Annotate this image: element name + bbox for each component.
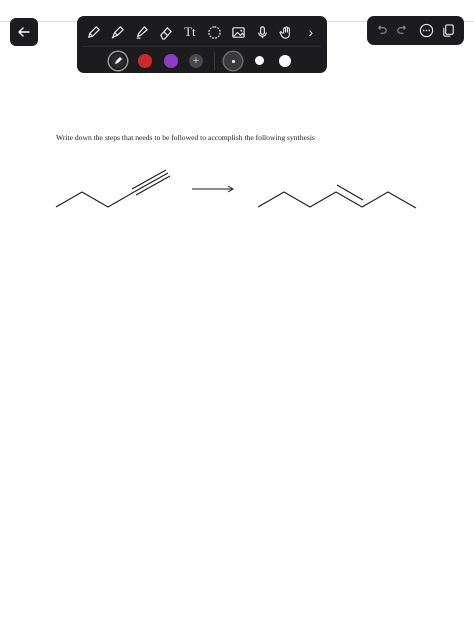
- size-small-button[interactable]: [224, 52, 242, 70]
- right-toolbar: [367, 16, 464, 45]
- reaction-arrow: [192, 185, 234, 193]
- microphone-tool[interactable]: [252, 22, 272, 42]
- back-button[interactable]: [10, 18, 38, 46]
- add-color-button[interactable]: +: [189, 54, 203, 68]
- color-swatch-black[interactable]: [111, 54, 125, 68]
- toolbar-divider: [83, 46, 321, 47]
- undo-icon: [378, 25, 387, 34]
- marker-icon: [111, 25, 124, 39]
- color-swatch-purple[interactable]: [164, 54, 178, 68]
- pages-button[interactable]: [440, 22, 457, 39]
- color-swatch-red[interactable]: [138, 54, 152, 68]
- size-medium-button[interactable]: [255, 56, 264, 65]
- marker-tool[interactable]: [107, 22, 127, 42]
- text-tool[interactable]: Tt: [180, 22, 200, 42]
- size-small-dot: [231, 59, 235, 63]
- pen-tool[interactable]: [83, 22, 103, 42]
- shapes-tool[interactable]: [204, 22, 224, 42]
- product-alkene-structure: [257, 184, 417, 209]
- redo-icon: [397, 25, 406, 34]
- question-text: Write down the steps that needs to be fo…: [56, 133, 315, 142]
- shapes-icon: [207, 25, 221, 39]
- tool-row: Tt ›: [81, 21, 323, 43]
- arrow-left-icon: [18, 27, 30, 37]
- starting-alkyne-structure: [55, 169, 171, 208]
- microphone-icon: [258, 25, 267, 38]
- more-options-button[interactable]: [418, 22, 435, 39]
- size-large-button[interactable]: [279, 55, 291, 67]
- image-tool[interactable]: [228, 22, 248, 42]
- hand-tool[interactable]: [277, 22, 297, 42]
- image-icon: [231, 26, 245, 38]
- pages-icon: [443, 24, 454, 37]
- more-options-icon: [419, 23, 434, 38]
- highlighter-icon: [136, 25, 148, 39]
- color-size-divider: [214, 52, 215, 70]
- pencil-icon: [115, 57, 122, 64]
- more-tools-button[interactable]: ›: [301, 22, 321, 42]
- synthesis-scheme: [55, 169, 417, 209]
- redo-button[interactable]: [394, 22, 411, 39]
- drawing-toolbar: Tt › +: [77, 16, 327, 73]
- hand-icon: [279, 25, 290, 39]
- color-row: +: [77, 51, 327, 71]
- eraser-tool[interactable]: [156, 22, 176, 42]
- undo-button[interactable]: [373, 22, 390, 39]
- highlighter-tool[interactable]: [131, 22, 151, 42]
- pen-icon: [87, 25, 100, 38]
- eraser-icon: [160, 26, 173, 40]
